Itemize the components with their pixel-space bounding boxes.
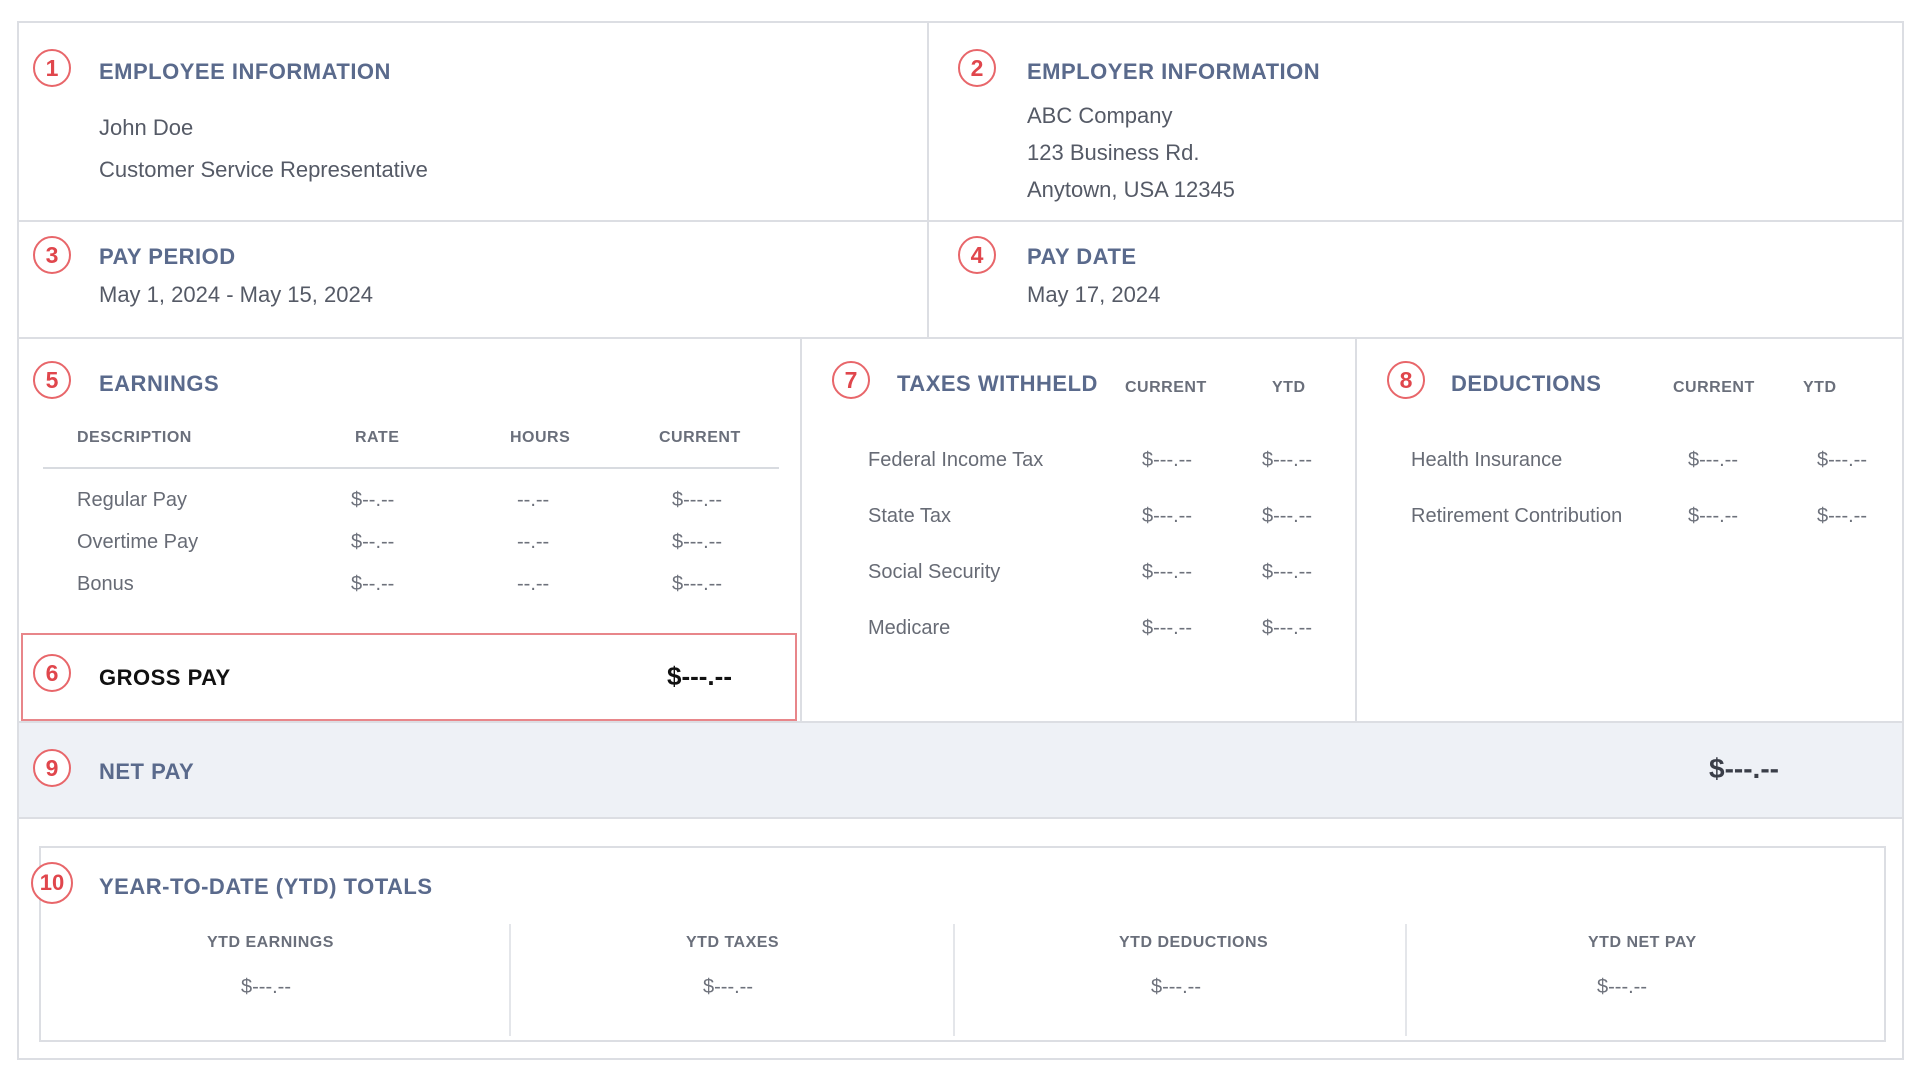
deduction-row-description: Retirement Contribution [1411, 505, 1623, 527]
pay-stub: 1 EMPLOYEE INFORMATION John Doe Customer… [17, 21, 1904, 1060]
employee-role: Customer Service Representative [99, 157, 428, 182]
deductions-header-current: CURRENT [1673, 379, 1755, 396]
section-number-8: 8 [1387, 361, 1425, 399]
earnings-header-current: CURRENT [659, 429, 741, 446]
earnings-title: EARNINGS [99, 371, 220, 396]
earnings-header-rate: RATE [355, 429, 400, 446]
ytd-deductions-label: YTD DEDUCTIONS [1119, 934, 1269, 951]
pay-date-value: May 17, 2024 [1027, 282, 1161, 307]
pay-period-title: PAY PERIOD [99, 244, 236, 269]
ytd-taxes-label: YTD TAXES [686, 934, 780, 951]
divider [1405, 924, 1407, 1036]
section-number-6: 6 [33, 654, 71, 692]
section-number-3: 3 [33, 236, 71, 274]
net-pay-value: $---.-- [1709, 753, 1779, 784]
tax-row-current: $---.-- [1142, 561, 1192, 583]
earnings-row-current: $---.-- [672, 489, 722, 511]
earnings-header-description: DESCRIPTION [77, 429, 192, 446]
tax-row-current: $---.-- [1142, 505, 1192, 527]
tax-row-current: $---.-- [1142, 449, 1192, 471]
divider [509, 924, 511, 1036]
ytd-totals-section: 10 YEAR-TO-DATE (YTD) TOTALS YTD EARNING… [31, 846, 1886, 1042]
divider [953, 924, 955, 1036]
section-number-5: 5 [33, 361, 71, 399]
net-pay-section: 9 NET PAY $---.-- [19, 721, 1902, 819]
ytd-earnings-value: $---.-- [241, 976, 291, 998]
earnings-section: 5 EARNINGS DESCRIPTION RATE HOURS CURREN… [19, 339, 800, 623]
deductions-title: DEDUCTIONS [1451, 371, 1602, 396]
ytd-earnings-label: YTD EARNINGS [207, 934, 334, 951]
tax-row-description: Federal Income Tax [868, 449, 1044, 471]
earnings-row-rate: $--.-- [351, 573, 395, 595]
earnings-row-rate: $--.-- [351, 531, 395, 553]
deduction-row-current: $---.-- [1688, 505, 1738, 527]
ytd-deductions-value: $---.-- [1151, 976, 1201, 998]
tax-row-ytd: $---.-- [1262, 617, 1312, 639]
net-pay-label: NET PAY [99, 759, 195, 784]
section-number-1: 1 [33, 49, 71, 87]
ytd-net-pay-label: YTD NET PAY [1588, 934, 1697, 951]
employee-name: John Doe [99, 115, 194, 140]
tax-row-ytd: $---.-- [1262, 561, 1312, 583]
deduction-row-ytd: $---.-- [1817, 505, 1867, 527]
pay-period-value: May 1, 2024 - May 15, 2024 [99, 282, 373, 307]
tax-row-description: State Tax [868, 505, 952, 527]
employee-information-title: EMPLOYEE INFORMATION [99, 59, 391, 84]
tax-row-current: $---.-- [1142, 617, 1192, 639]
deduction-row-ytd: $---.-- [1817, 449, 1867, 471]
deduction-row-description: Health Insurance [1411, 449, 1563, 471]
ytd-net-pay-value: $---.-- [1597, 976, 1647, 998]
employee-information-section: 1 EMPLOYEE INFORMATION John Doe Customer… [19, 23, 929, 221]
pay-date-section: 4 PAY DATE May 17, 2024 [929, 222, 1902, 337]
pay-date-title: PAY DATE [1027, 244, 1137, 269]
employer-company: ABC Company [1027, 103, 1173, 128]
ytd-totals-title: YEAR-TO-DATE (YTD) TOTALS [99, 874, 433, 899]
employer-information-title: EMPLOYER INFORMATION [1027, 59, 1321, 84]
deductions-section: 8 DEDUCTIONS CURRENT YTD Health Insuranc… [1357, 339, 1902, 721]
earnings-row-description: Regular Pay [77, 489, 188, 511]
employer-address-line-2: Anytown, USA 12345 [1027, 177, 1235, 202]
gross-pay-label: GROSS PAY [99, 665, 231, 690]
earnings-row-description: Bonus [77, 573, 134, 595]
employer-information-section: 2 EMPLOYER INFORMATION ABC Company 123 B… [929, 23, 1902, 221]
earnings-row-hours: --.-- [517, 531, 550, 553]
earnings-row-description: Overtime Pay [77, 531, 199, 553]
tax-row-description: Social Security [868, 561, 1001, 583]
deductions-header-ytd: YTD [1803, 379, 1837, 396]
tax-row-ytd: $---.-- [1262, 449, 1312, 471]
taxes-header-current: CURRENT [1125, 379, 1207, 396]
earnings-row-hours: --.-- [517, 489, 550, 511]
tax-row-ytd: $---.-- [1262, 505, 1312, 527]
earnings-row-current: $---.-- [672, 531, 722, 553]
taxes-withheld-title: TAXES WITHHELD [897, 371, 1098, 396]
earnings-header-rule [43, 467, 779, 469]
tax-row-description: Medicare [868, 617, 951, 639]
gross-pay-section: 6 GROSS PAY $---.-- [21, 633, 797, 721]
earnings-header-hours: HOURS [510, 429, 571, 446]
pay-period-section: 3 PAY PERIOD May 1, 2024 - May 15, 2024 [19, 222, 927, 337]
earnings-row-current: $---.-- [672, 573, 722, 595]
gross-pay-value: $---.-- [667, 661, 732, 691]
earnings-row-rate: $--.-- [351, 489, 395, 511]
earnings-row-hours: --.-- [517, 573, 550, 595]
deduction-row-current: $---.-- [1688, 449, 1738, 471]
taxes-header-ytd: YTD [1272, 379, 1306, 396]
employer-address-line-1: 123 Business Rd. [1027, 140, 1200, 165]
taxes-withheld-section: 7 TAXES WITHHELD CURRENT YTD Federal Inc… [802, 339, 1355, 721]
section-number-9: 9 [33, 749, 71, 787]
section-number-7: 7 [832, 361, 870, 399]
section-number-2: 2 [958, 49, 996, 87]
ytd-taxes-value: $---.-- [703, 976, 753, 998]
section-number-4: 4 [958, 236, 996, 274]
section-number-10: 10 [31, 862, 73, 904]
